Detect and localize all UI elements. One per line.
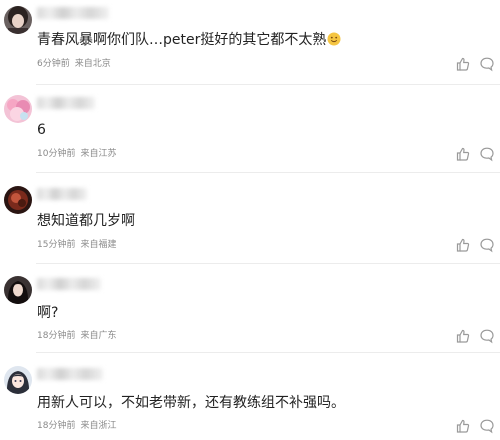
username-blurred[interactable] bbox=[37, 97, 95, 109]
comment-text: 啊? bbox=[37, 305, 59, 321]
avatar[interactable] bbox=[4, 6, 32, 34]
thumbs-up-icon[interactable] bbox=[455, 146, 471, 162]
avatar[interactable] bbox=[4, 95, 32, 123]
divider bbox=[36, 352, 500, 353]
comment-meta: 10分钟前 来自江苏 bbox=[37, 148, 116, 160]
comment-item: 啊? 18分钟前 来自广东 bbox=[0, 264, 500, 354]
username-blurred[interactable] bbox=[37, 368, 103, 380]
thumbs-up-icon[interactable] bbox=[455, 56, 471, 72]
comment-list: 青春风暴啊你们队…peter挺好的其它都不太熟 6分钟前 来自北京 6 10分钟前… bbox=[0, 0, 500, 440]
comment-text: 6 bbox=[37, 122, 46, 138]
comment-text-content: 青春风暴啊你们队…peter挺好的其它都不太熟 bbox=[37, 32, 327, 48]
comment-time: 18分钟前 bbox=[37, 331, 76, 341]
comment-location: 来自福建 bbox=[80, 240, 117, 250]
comment-location: 来自浙江 bbox=[80, 421, 117, 431]
username-blurred[interactable] bbox=[37, 7, 109, 19]
username-blurred[interactable] bbox=[37, 188, 87, 200]
comment-item: 6 10分钟前 来自江苏 bbox=[0, 86, 500, 174]
comment-meta: 18分钟前 来自浙江 bbox=[37, 420, 116, 432]
avatar[interactable] bbox=[4, 276, 32, 304]
comment-item: 青春风暴啊你们队…peter挺好的其它都不太熟 6分钟前 来自北京 bbox=[0, 0, 500, 86]
thumbs-up-icon[interactable] bbox=[455, 328, 471, 344]
username-blurred[interactable] bbox=[37, 278, 101, 290]
comment-location: 来自江苏 bbox=[80, 149, 117, 159]
comment-meta: 6分钟前 来自北京 bbox=[37, 58, 111, 70]
comment-text: 想知道都几岁啊 bbox=[37, 213, 135, 229]
smile-emoji bbox=[327, 32, 341, 46]
avatar[interactable] bbox=[4, 186, 32, 214]
comment-time: 15分钟前 bbox=[37, 240, 76, 250]
comment-meta: 18分钟前 来自广东 bbox=[37, 330, 116, 342]
divider bbox=[36, 172, 500, 173]
comment-item: 想知道都几岁啊 15分钟前 来自福建 bbox=[0, 174, 500, 264]
thumbs-up-icon[interactable] bbox=[455, 237, 471, 253]
comment-time: 6分钟前 bbox=[37, 59, 70, 69]
comment-text: 青春风暴啊你们队…peter挺好的其它都不太熟 bbox=[37, 31, 341, 49]
avatar[interactable] bbox=[4, 366, 32, 394]
comment-bubble-icon[interactable] bbox=[479, 328, 495, 344]
comment-time: 18分钟前 bbox=[37, 421, 76, 431]
comment-text: 用新人可以，不如老带新，还有教练组不补强吗。 bbox=[37, 395, 345, 411]
comment-bubble-icon[interactable] bbox=[479, 146, 495, 162]
thumbs-up-icon[interactable] bbox=[455, 418, 471, 434]
comment-meta: 15分钟前 来自福建 bbox=[37, 239, 116, 251]
comment-time: 10分钟前 bbox=[37, 149, 76, 159]
divider bbox=[36, 84, 500, 85]
comment-bubble-icon[interactable] bbox=[479, 418, 495, 434]
comment-location: 来自广东 bbox=[80, 331, 117, 341]
comment-item: 用新人可以，不如老带新，还有教练组不补强吗。 18分钟前 来自浙江 bbox=[0, 354, 500, 440]
comment-bubble-icon[interactable] bbox=[479, 56, 495, 72]
comment-location: 来自北京 bbox=[74, 59, 111, 69]
comment-bubble-icon[interactable] bbox=[479, 237, 495, 253]
